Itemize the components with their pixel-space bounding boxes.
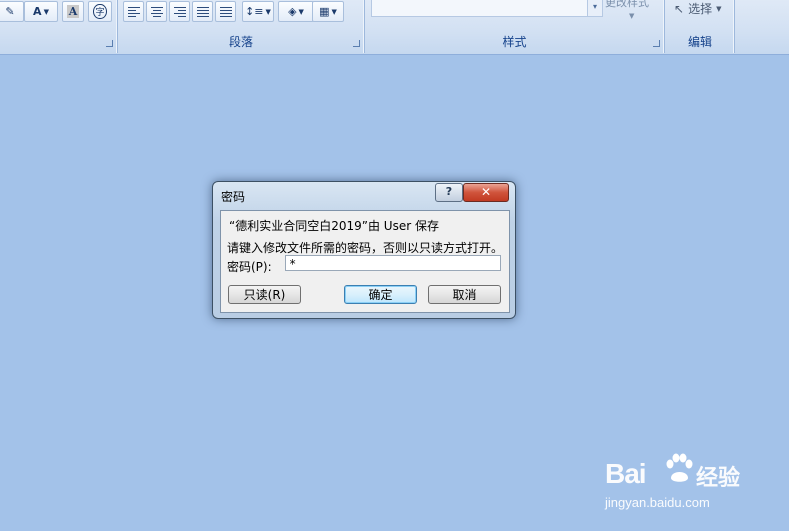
highlighter-icon: ✎ [5,5,15,18]
watermark-brand: Bai [605,458,647,489]
chevron-down-icon: ▼ [43,7,49,16]
select-button[interactable]: ↖ 选择 ▼ [674,0,721,17]
align-right-button[interactable] [169,1,190,22]
enclosed-character-icon: 字 [93,4,107,19]
ribbon-group-label: 样式 [502,35,527,49]
justify-icon [196,6,209,17]
chevron-down-icon: ▼ [629,12,635,20]
ribbon: ✎ A ▼ A 字 ↕≡ ▼ ◈ ▼ ▦ ▼ 段落 ▾ 更改样式 ▼ 样式 ↖ … [0,0,789,55]
dialog-titlebar[interactable]: 密码 ? ✕ [213,182,515,208]
ribbon-group-paragraph: ↕≡ ▼ ◈ ▼ ▦ ▼ 段落 [118,0,365,53]
paint-bucket-icon: ◈ [288,5,297,18]
help-button[interactable]: ? [435,183,463,202]
cursor-icon: ↖ [674,1,685,16]
close-button[interactable]: ✕ [463,183,509,202]
ribbon-group-font: ✎ A ▼ A 字 [0,0,118,53]
dialog-body: “德利实业合同空白2019”由 User 保存 请键入修改文件所需的密码，否则以… [220,210,510,313]
ok-button[interactable]: 确定 [344,285,417,304]
password-input[interactable]: * [285,255,501,271]
align-right-icon [173,6,186,17]
password-dialog: 密码 ? ✕ “德利实业合同空白2019”由 User 保存 请键入修改文件所需… [212,181,516,319]
chevron-down-icon: ▼ [298,7,304,16]
font-color-button[interactable]: A ▼ [24,1,58,22]
close-icon: ✕ [480,185,492,199]
chevron-down-icon: ▼ [265,7,271,16]
line-spacing-icon: ↕≡ [245,5,264,18]
character-shading-icon: A [66,5,80,18]
dialog-launcher-icon[interactable] [106,40,113,47]
dialog-launcher-icon[interactable] [653,40,660,47]
distributed-icon [219,6,232,17]
ribbon-group-label [0,34,117,50]
borders-button[interactable]: ▦ ▼ [312,1,344,22]
select-label: 选择 [688,2,713,16]
borders-icon: ▦ [319,5,330,18]
highlight-button[interactable]: ✎ [0,1,24,22]
align-center-icon [150,6,163,17]
ribbon-group-label: 编辑 [687,35,712,49]
character-shading-button[interactable]: A [62,1,84,22]
cancel-button[interactable]: 取消 [428,285,501,304]
change-styles-button[interactable]: 更改样式 [605,0,649,10]
enclose-characters-button[interactable]: 字 [88,1,112,22]
align-center-button[interactable] [146,1,167,22]
quick-styles-gallery[interactable] [371,0,593,17]
password-label: 密码(P): [227,260,272,274]
shading-button[interactable]: ◈ ▼ [278,1,314,22]
help-icon: ? [445,185,453,198]
dialog-title: 密码 [221,190,246,204]
dialog-launcher-icon[interactable] [353,40,360,47]
ribbon-group-editing: ↖ 选择 ▼ 编辑 [666,0,735,53]
line-spacing-button[interactable]: ↕≡ ▼ [242,1,274,22]
watermark-url: jingyan.baidu.com [605,495,710,510]
font-color-icon: A [33,5,42,18]
align-left-icon [127,6,140,17]
file-info-text: “德利实业合同空白2019”由 User 保存 [229,219,439,233]
paw-icon [666,453,693,482]
justify-button[interactable] [192,1,213,22]
chevron-down-icon: ▼ [716,4,722,13]
ribbon-group-label: 段落 [228,35,253,49]
baidu-watermark: Bai 经验 jingyan.baidu.com [605,453,785,518]
align-left-button[interactable] [123,1,144,22]
chevron-down-icon: ▼ [331,7,337,16]
gallery-more-icon[interactable]: ▾ [587,0,603,17]
distributed-button[interactable] [215,1,236,22]
ribbon-group-styles: ▾ 更改样式 ▼ 样式 [365,0,665,53]
read-only-button[interactable]: 只读(R) [228,285,301,304]
watermark-brand-cn: 经验 [696,466,741,491]
instruction-text: 请键入修改文件所需的密码，否则以只读方式打开。 [227,241,504,255]
